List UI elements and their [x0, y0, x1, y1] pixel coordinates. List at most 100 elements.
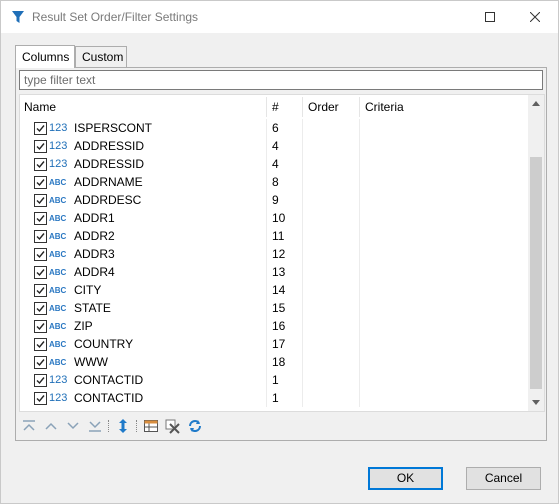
column-position: 4	[272, 157, 279, 171]
column-visible-checkbox[interactable]	[34, 248, 47, 261]
column-position: 6	[272, 121, 279, 135]
scroll-up-icon[interactable]	[528, 95, 544, 112]
table-row[interactable]: 123 ADDRESSID 4	[20, 155, 530, 173]
text-type-icon: ABC	[49, 304, 67, 313]
tab-custom[interactable]: Custom	[75, 46, 127, 68]
table-row[interactable]: 123 CONTACTID 1	[20, 371, 530, 389]
table-rows: 123 ISPERSCONT 6 123 ADDRESSID 4 123 ADDRESSID 4…	[20, 119, 530, 407]
ok-button[interactable]: OK	[368, 467, 443, 490]
column-name: ADDR4	[74, 265, 115, 279]
table-row[interactable]: 123 CONTACTID 1	[20, 389, 530, 407]
table-row[interactable]: ABC ADDR3 12	[20, 245, 530, 263]
column-visible-checkbox[interactable]	[34, 302, 47, 315]
text-type-icon: ABC	[49, 250, 67, 259]
text-type-icon: ABC	[49, 268, 67, 277]
table-row[interactable]: 123 ISPERSCONT 6	[20, 119, 530, 137]
scroll-down-icon[interactable]	[528, 394, 544, 411]
column-visible-checkbox[interactable]	[34, 266, 47, 279]
tab-columns[interactable]: Columns	[15, 45, 75, 68]
header-number[interactable]: #	[272, 100, 279, 114]
column-position: 1	[272, 373, 279, 387]
column-name: COUNTRY	[74, 337, 134, 351]
column-position: 1	[272, 391, 279, 405]
table-row[interactable]: ABC ZIP 16	[20, 317, 530, 335]
table-row[interactable]: ABC ADDRDESC 9	[20, 191, 530, 209]
table-row[interactable]: ABC COUNTRY 17	[20, 335, 530, 353]
columns-table: Name # Order Criteria 123 ISPERSCONT 6 123 A…	[19, 94, 545, 412]
numeric-type-icon: 123	[49, 374, 68, 386]
close-button[interactable]	[512, 1, 558, 33]
table-row[interactable]: ABC ADDR2 11	[20, 227, 530, 245]
tab-custom-label: Custom	[82, 50, 124, 64]
column-visible-checkbox[interactable]	[34, 356, 47, 369]
column-position: 8	[272, 175, 279, 189]
maximize-icon	[485, 12, 495, 22]
header-order[interactable]: Order	[308, 100, 339, 114]
column-position: 14	[272, 283, 286, 297]
column-position: 12	[272, 247, 286, 261]
column-visible-checkbox[interactable]	[34, 194, 47, 207]
text-type-icon: ABC	[49, 232, 67, 241]
column-visible-checkbox[interactable]	[34, 176, 47, 189]
table-row[interactable]: 123 ADDRESSID 4	[20, 137, 530, 155]
column-name: ADDRESSID	[74, 157, 145, 171]
column-name: CITY	[74, 283, 102, 297]
table-row[interactable]: ABC CITY 14	[20, 281, 530, 299]
column-position: 15	[272, 301, 286, 315]
column-position: 13	[272, 265, 286, 279]
column-visible-checkbox[interactable]	[34, 230, 47, 243]
header-criteria[interactable]: Criteria	[365, 100, 404, 114]
text-type-icon: ABC	[49, 358, 67, 367]
filter-input[interactable]	[19, 70, 543, 90]
column-position: 17	[272, 337, 286, 351]
column-visible-checkbox[interactable]	[34, 338, 47, 351]
table-row[interactable]: ABC STATE 15	[20, 299, 530, 317]
move-up-icon[interactable]	[41, 416, 61, 436]
numeric-type-icon: 123	[49, 158, 68, 170]
column-visible-checkbox[interactable]	[34, 212, 47, 225]
scroll-thumb[interactable]	[530, 157, 542, 389]
column-visible-checkbox[interactable]	[34, 320, 47, 333]
text-type-icon: ABC	[49, 286, 67, 295]
column-name: STATE	[74, 301, 111, 315]
table-row[interactable]: ABC ADDR4 13	[20, 263, 530, 281]
move-down-icon[interactable]	[63, 416, 83, 436]
table-row[interactable]: ABC ADDRNAME 8	[20, 173, 530, 191]
window-title: Result Set Order/Filter Settings	[32, 10, 199, 24]
column-visible-checkbox[interactable]	[34, 374, 47, 387]
dialog-window: Result Set Order/Filter Settings Columns…	[0, 0, 559, 504]
table-icon[interactable]	[141, 416, 161, 436]
column-name: ADDRESSID	[74, 139, 145, 153]
column-name: CONTACTID	[74, 373, 144, 387]
column-name: ZIP	[74, 319, 93, 333]
column-name: ADDRDESC	[74, 193, 142, 207]
column-visible-checkbox[interactable]	[34, 392, 47, 405]
sort-icon[interactable]	[113, 416, 133, 436]
column-name: ISPERSCONT	[74, 121, 153, 135]
vertical-scrollbar[interactable]	[528, 95, 544, 411]
text-type-icon: ABC	[49, 196, 67, 205]
close-icon	[530, 12, 540, 22]
header-name[interactable]: Name	[24, 100, 56, 114]
column-visible-checkbox[interactable]	[34, 284, 47, 297]
column-visible-checkbox[interactable]	[34, 140, 47, 153]
table-row[interactable]: ABC ADDR1 10	[20, 209, 530, 227]
column-visible-checkbox[interactable]	[34, 158, 47, 171]
numeric-type-icon: 123	[49, 122, 68, 134]
column-visible-checkbox[interactable]	[34, 122, 47, 135]
move-top-icon[interactable]	[19, 416, 39, 436]
numeric-type-icon: 123	[49, 392, 68, 404]
move-bottom-icon[interactable]	[85, 416, 105, 436]
delete-icon[interactable]	[163, 416, 183, 436]
table-header: Name # Order Criteria	[20, 95, 530, 119]
text-type-icon: ABC	[49, 322, 67, 331]
cancel-button[interactable]: Cancel	[466, 467, 541, 490]
column-position: 11	[272, 229, 285, 243]
table-row[interactable]: ABC WWW 18	[20, 353, 530, 371]
text-type-icon: ABC	[49, 340, 67, 349]
tab-columns-label: Columns	[22, 50, 70, 64]
maximize-button[interactable]	[467, 1, 513, 33]
numeric-type-icon: 123	[49, 140, 68, 152]
refresh-icon[interactable]	[185, 416, 205, 436]
column-position: 10	[272, 211, 286, 225]
